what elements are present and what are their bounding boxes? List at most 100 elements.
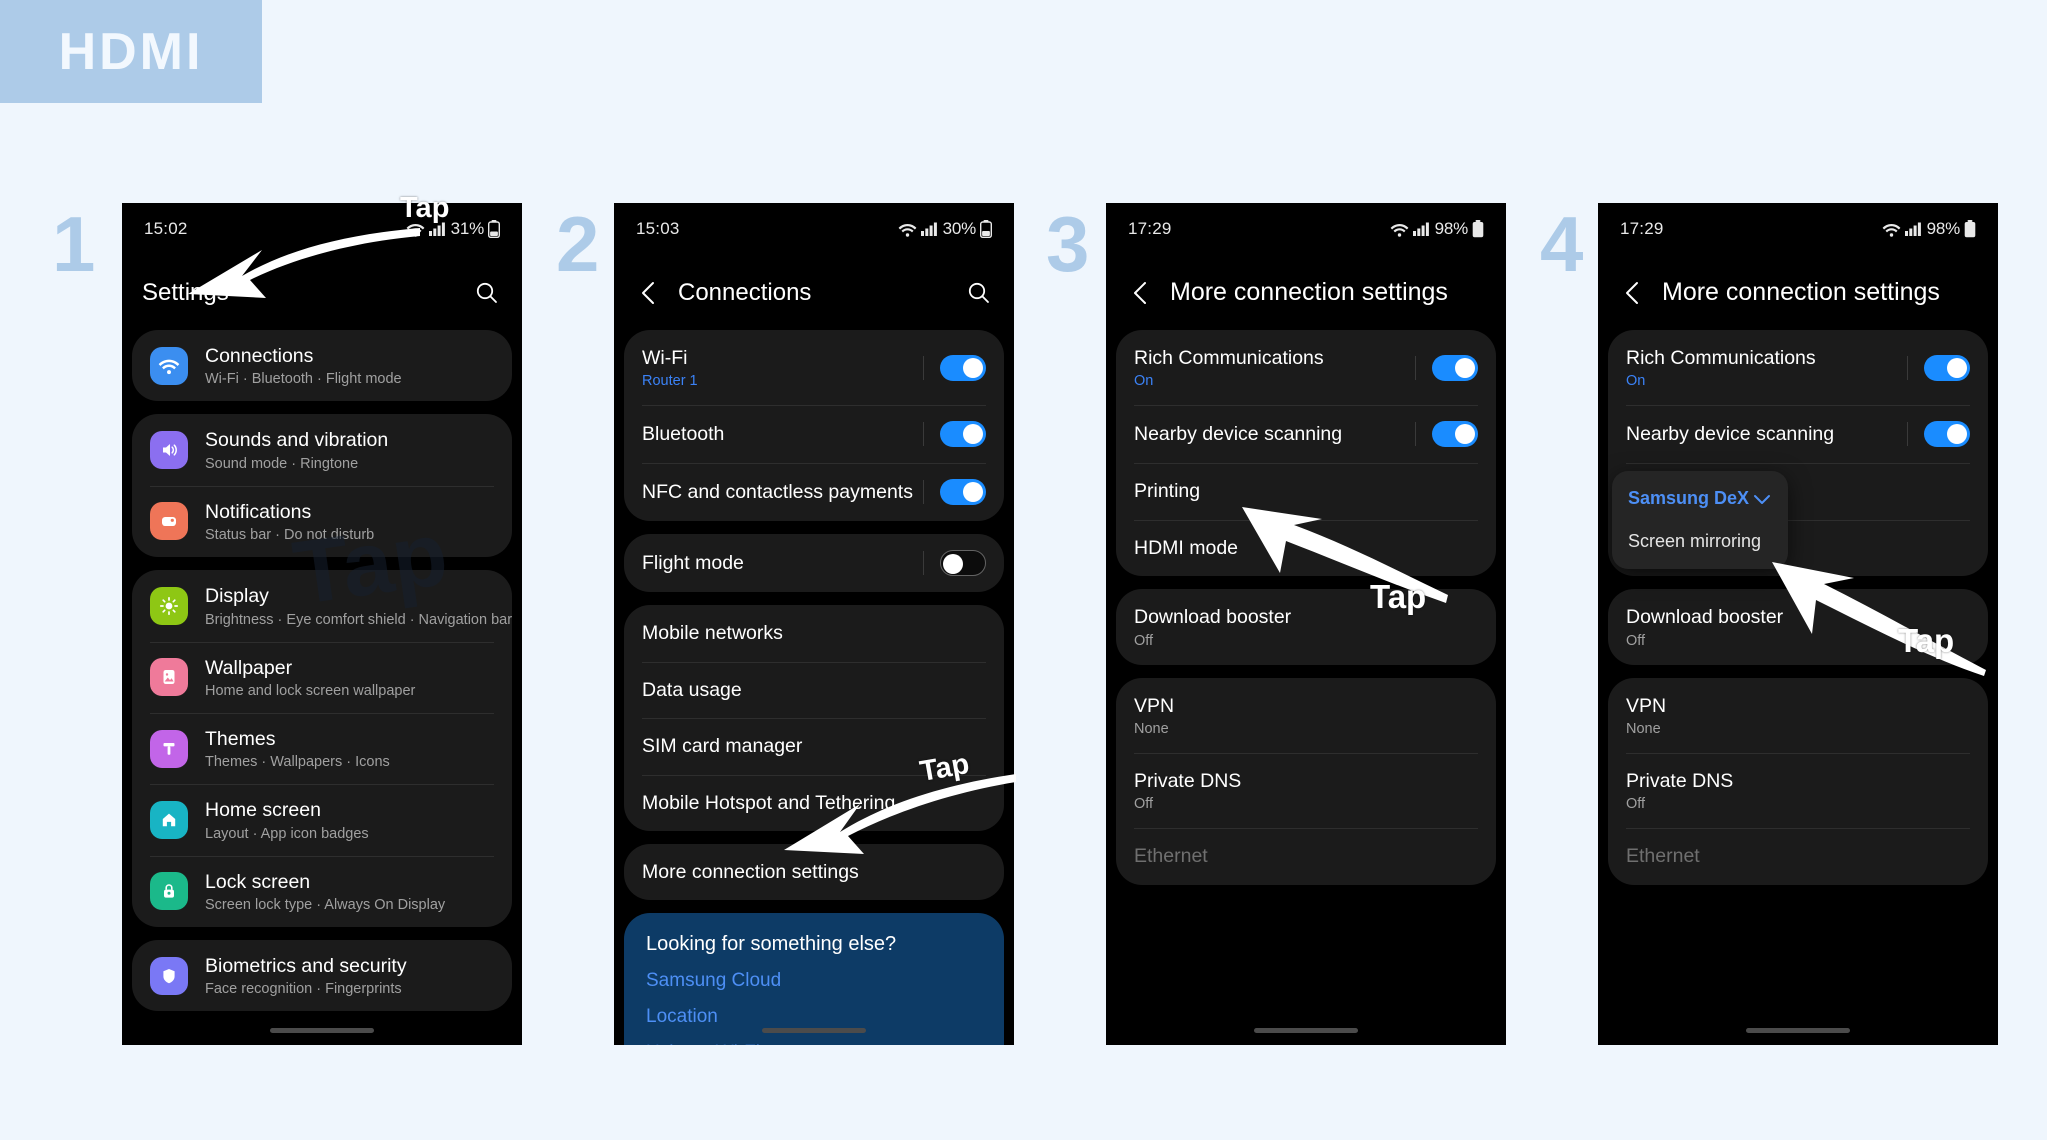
settings-row-vpn[interactable]: VPN None [1608,678,1988,753]
settings-group: Rich Communications On Nearby device sca… [1116,330,1496,577]
signal-icon [920,222,937,236]
settings-row-mobile-networks[interactable]: Mobile networks [624,605,1004,661]
settings-row-flight-mode[interactable]: Flight mode [624,534,1004,592]
row-subtitle: On [1626,373,1646,390]
dropdown-option-samsung-dex[interactable]: Samsung DeX [1612,477,1788,520]
row-title: Lock screen [205,870,311,893]
settings-row-lock-screen[interactable]: Lock screen Screen lock type · Always On… [132,855,512,927]
row-subtitle: Themes · Wallpapers · Icons [205,754,390,771]
page-title: More connection settings [1170,278,1448,306]
row-title: Data usage [642,678,742,701]
row-texts: Flight mode [642,551,923,575]
settings-row-home-screen[interactable]: Home screen Layout · App icon badges [132,784,512,855]
bluetooth-toggle[interactable] [940,421,986,448]
settings-row-rich-communications[interactable]: Rich Communications On [1608,330,1988,405]
settings-row-data-usage[interactable]: Data usage [624,661,1004,718]
row-subtitle: Brightness · Eye comfort shield · Naviga… [205,611,512,628]
settings-row-sounds[interactable]: Sounds and vibration Sound mode · Ringto… [132,414,512,485]
row-texts: Private DNS Off [1626,769,1970,812]
app-bar-4: More connection settings [1598,255,1998,330]
check-icon [1752,489,1772,509]
nfc-toggle[interactable] [940,479,986,506]
row-texts: Ethernet [1134,844,1478,868]
promo-link-using-wifi[interactable]: Using a Wi-Fi [646,1042,982,1045]
row-title: Notifications [205,500,312,523]
settings-row-bluetooth[interactable]: Bluetooth [624,405,1004,463]
dropdown-option-screen-mirroring[interactable]: Screen mirroring [1612,520,1788,563]
hdmi-mode-dropdown: Samsung DeX Screen mirroring [1612,471,1788,569]
speaker-icon [150,431,188,470]
row-texts: Mobile networks [642,621,986,645]
settings-group: VPN None Private DNS Off Ethernet [1116,677,1496,885]
settings-group: Biometrics and security Face recognition… [132,940,512,1012]
row-subtitle: None [1134,720,1169,737]
search-icon[interactable] [966,280,992,306]
divider [923,422,924,447]
rich-communications-toggle[interactable] [1432,354,1478,381]
settings-row-hdmi-mode[interactable]: HDMI mode [1116,519,1496,576]
nearby-device-scanning-toggle[interactable] [1924,421,1970,448]
settings-row-vpn[interactable]: VPN None [1116,678,1496,753]
settings-row-download-booster[interactable]: Download booster Off [1116,589,1496,664]
wifi-icon [1882,223,1900,237]
row-title: Wi-Fi [642,347,688,369]
row-title: Wallpaper [205,656,293,679]
settings-row-printing[interactable]: Printing [1116,463,1496,519]
tap-label-3: Tap [1370,578,1427,615]
settings-row-nfc[interactable]: NFC and contactless payments [624,463,1004,521]
divider [1907,355,1908,380]
promo-link-location[interactable]: Location [646,1006,982,1028]
settings-row-themes[interactable]: Themes Themes · Wallpapers · Icons [132,712,512,784]
gesture-bar [1746,1028,1850,1033]
status-clock: 17:29 [1128,219,1172,238]
row-texts: Rich Communications On [1134,346,1415,389]
settings-row-biometrics[interactable]: Biometrics and security Face recognition… [132,940,512,1011]
gesture-bar [270,1028,374,1033]
settings-row-connections[interactable]: Connections Wi-Fi · Bluetooth · Flight m… [132,330,512,401]
back-chevron-icon[interactable] [1618,278,1648,308]
settings-row-private-dns[interactable]: Private DNS Off [1116,752,1496,828]
row-title: Sounds and vibration [205,429,389,452]
toggle-wrap [1907,421,1970,448]
row-title: More connection settings [642,860,859,883]
settings-row-nearby-device-scanning[interactable]: Nearby device scanning [1116,405,1496,463]
back-chevron-icon[interactable] [1126,278,1156,308]
row-subtitle: None [1626,720,1661,737]
status-indicators: 98% [1390,219,1484,239]
battery-icon [980,220,992,238]
hdmi-banner: HDMI [0,0,262,103]
step-number-4: 4 [1540,200,1584,288]
search-icon[interactable] [474,280,500,306]
status-clock: 17:29 [1620,219,1664,238]
settings-group: VPN None Private DNS Off Ethernet [1608,677,1988,885]
row-texts: Biometrics and security Face recognition… [205,954,494,997]
promo-link-samsung-cloud[interactable]: Samsung Cloud [646,970,982,992]
settings-row-rich-communications[interactable]: Rich Communications On [1116,330,1496,405]
row-title: Bluetooth [642,423,725,446]
settings-row-private-dns[interactable]: Private DNS Off [1608,752,1988,828]
row-title: Connections [205,345,314,367]
settings-row-wallpaper[interactable]: Wallpaper Home and lock screen wallpaper [132,641,512,713]
status-bar-4: 17:29 98% [1598,203,1998,255]
settings-row-nearby-device-scanning[interactable]: Nearby device scanning [1608,405,1988,463]
nearby-device-scanning-toggle[interactable] [1432,421,1478,448]
promo-heading: Looking for something else? [646,933,897,956]
row-title: VPN [1626,694,1667,717]
status-bar-1: 15:02 31% [122,203,522,255]
home-icon [150,800,188,839]
rich-communications-toggle[interactable] [1924,354,1970,381]
row-title: Rich Communications [1626,347,1816,369]
row-title: Nearby device scanning [1134,423,1343,446]
wifi-toggle[interactable] [940,354,986,381]
row-title: Display [205,585,269,608]
toggle-wrap [1415,354,1478,381]
back-chevron-icon[interactable] [634,278,664,308]
settings-row-more-connection-settings[interactable]: More connection settings [624,844,1004,900]
row-texts: Notifications Status bar · Do not distur… [205,500,494,543]
settings-row-notifications[interactable]: Notifications Status bar · Do not distur… [132,485,512,557]
settings-row-wifi[interactable]: Wi-Fi Router 1 [624,330,1004,405]
row-texts: Download booster Off [1134,605,1478,648]
settings-row-display[interactable]: Display Brightness · Eye comfort shield … [132,570,512,641]
flight-mode-toggle[interactable] [940,550,986,577]
settings-group: Flight mode [624,534,1004,593]
